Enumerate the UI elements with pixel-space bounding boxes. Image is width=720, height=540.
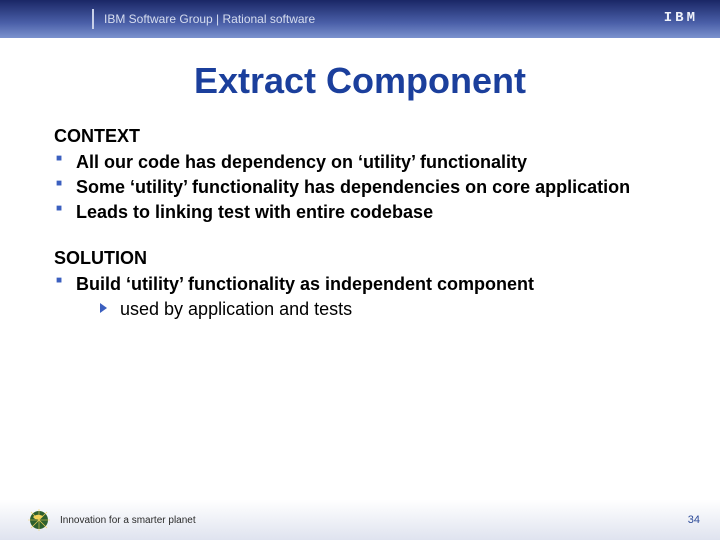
slide-title: Extract Component bbox=[0, 60, 720, 102]
bullet-item: Build ‘utility’ functionality as indepen… bbox=[54, 273, 680, 321]
sub-list: used by application and tests bbox=[76, 298, 680, 321]
page-number: 34 bbox=[688, 514, 700, 526]
ibm-logo: IBM bbox=[664, 10, 698, 26]
slide-footer: Innovation for a smarter planet 34 bbox=[0, 500, 720, 540]
bullet-text: Build ‘utility’ functionality as indepen… bbox=[76, 274, 534, 294]
sub-item: used by application and tests bbox=[76, 298, 680, 321]
bullet-item: Leads to linking test with entire codeba… bbox=[54, 201, 680, 224]
solution-list: Build ‘utility’ functionality as indepen… bbox=[54, 273, 680, 321]
bullet-item: All our code has dependency on ‘utility’… bbox=[54, 151, 680, 174]
slide-content: CONTEXT All our code has dependency on ‘… bbox=[0, 126, 720, 322]
planet-icon bbox=[28, 509, 50, 531]
header-text: IBM Software Group | Rational software bbox=[104, 12, 315, 26]
context-heading: CONTEXT bbox=[54, 126, 680, 147]
bullet-item: Some ‘utility’ functionality has depende… bbox=[54, 176, 680, 199]
solution-heading: SOLUTION bbox=[54, 248, 680, 269]
footer-tagline: Innovation for a smarter planet bbox=[60, 515, 196, 526]
header-divider bbox=[92, 9, 94, 29]
context-list: All our code has dependency on ‘utility’… bbox=[54, 151, 680, 224]
slide-header: IBM Software Group | Rational software I… bbox=[0, 0, 720, 38]
